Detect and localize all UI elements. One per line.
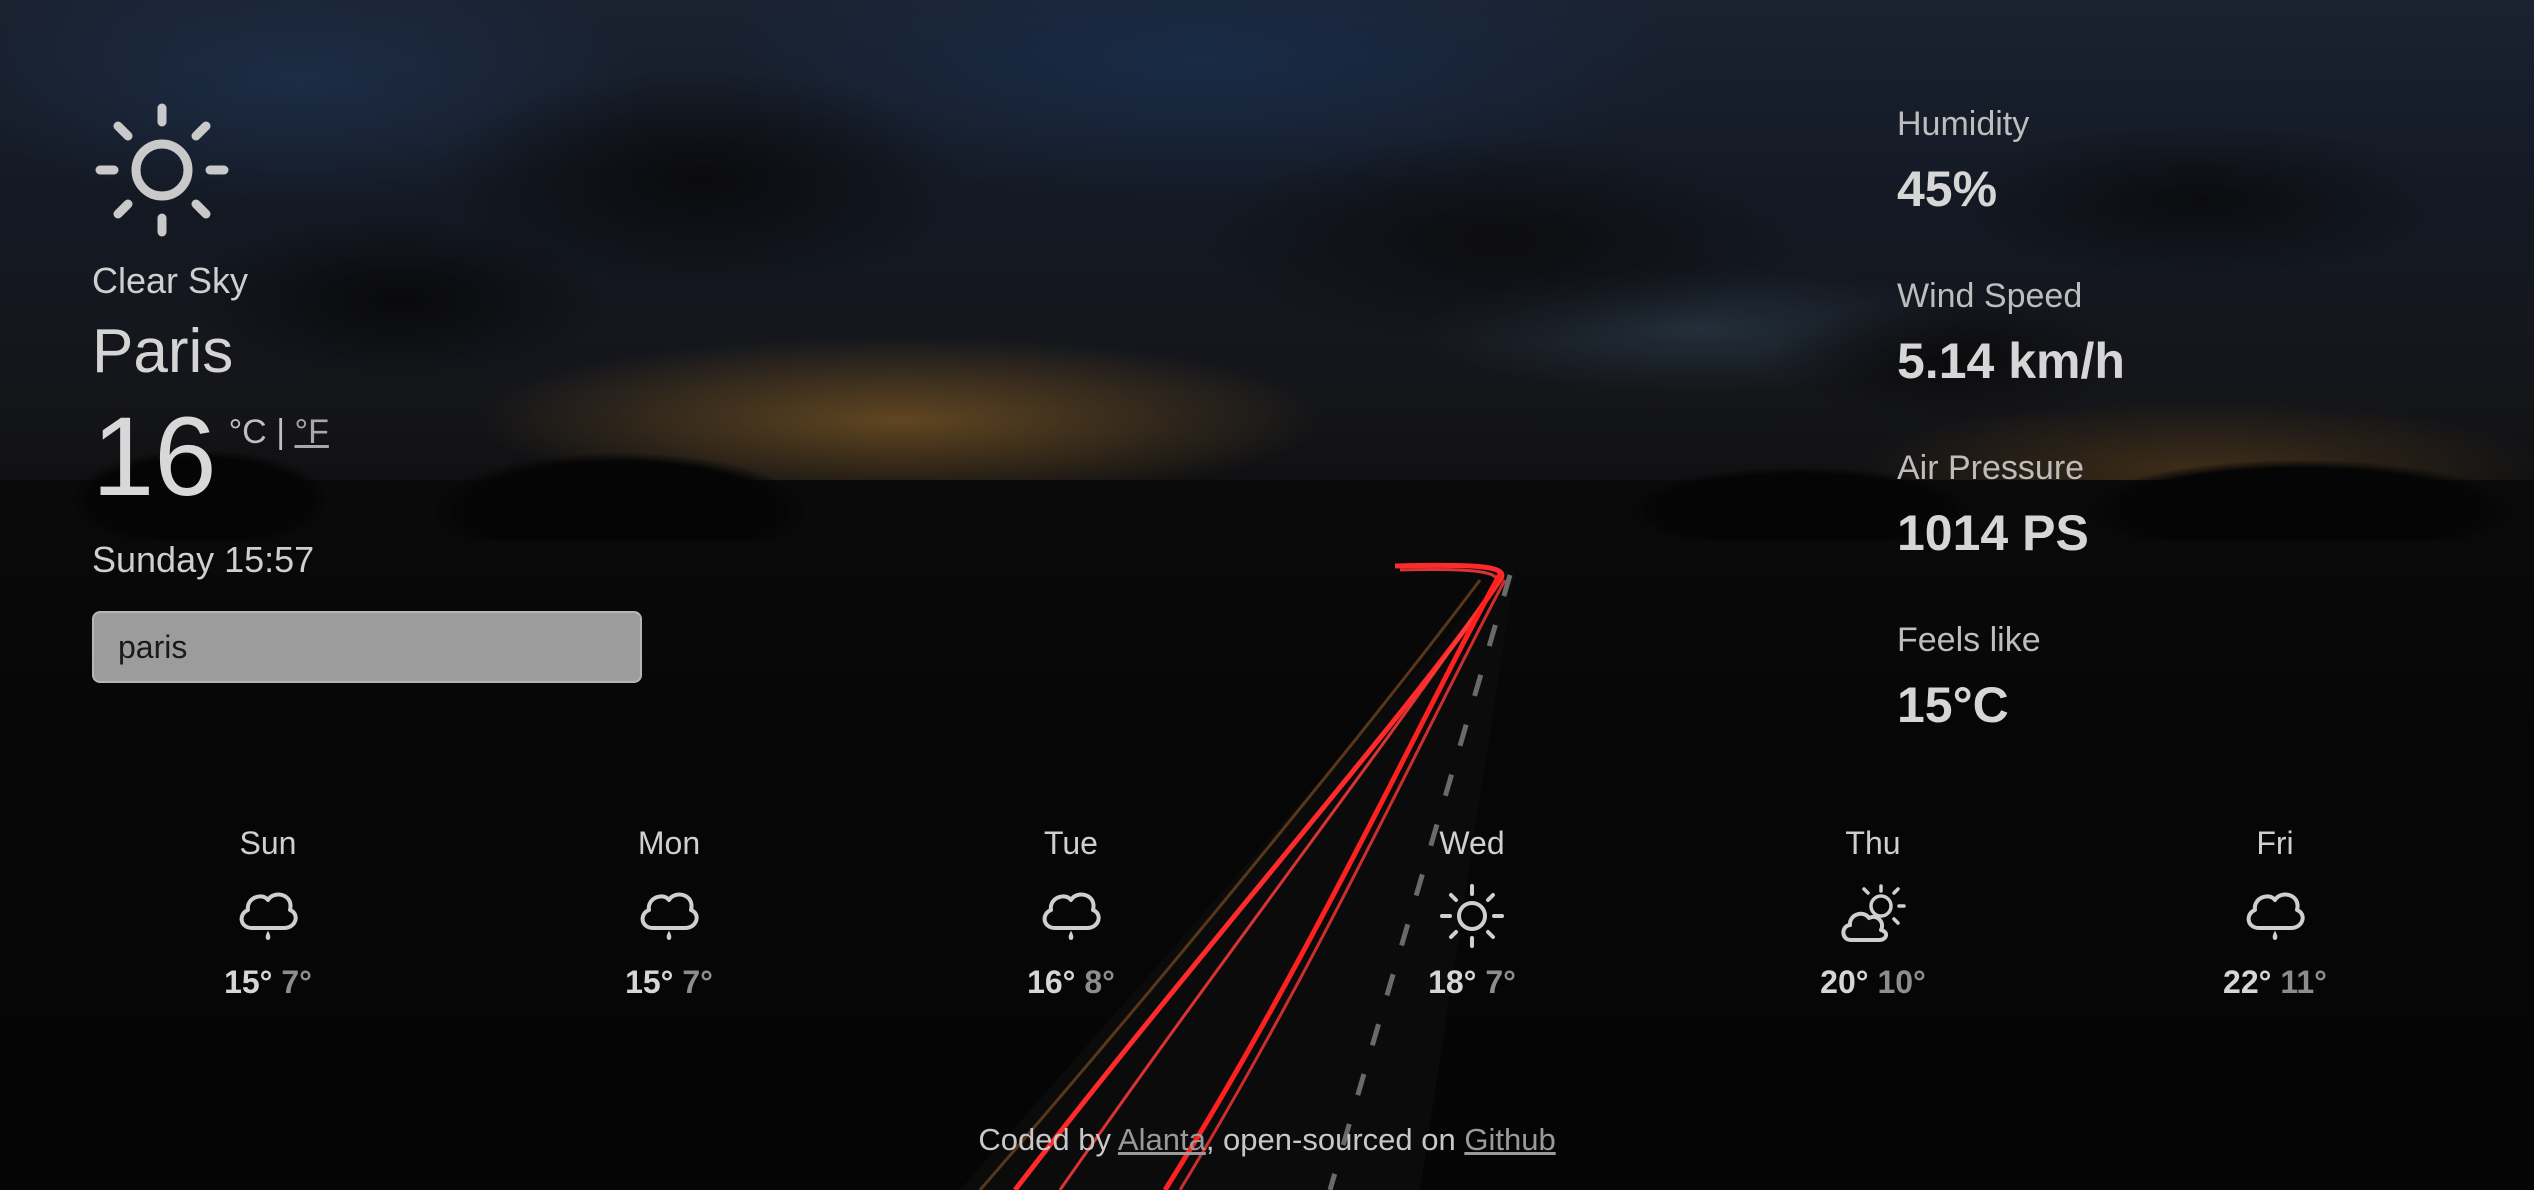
- forecast-min: 8°: [1084, 964, 1115, 1000]
- wind-speed-value: 5.14 km/h: [1897, 333, 2125, 389]
- forecast-min: 7°: [281, 964, 312, 1000]
- air-pressure-label: Air Pressure: [1897, 449, 2085, 487]
- forecast-temps: 15° 7°: [158, 964, 378, 1001]
- forecast-min: 7°: [1485, 964, 1516, 1000]
- forecast-temps: 20° 10°: [1763, 964, 1983, 1001]
- forecast-day: Wed 18° 7°: [1362, 825, 1582, 1001]
- forecast-min: 11°: [2280, 964, 2327, 1000]
- current-datetime: Sunday 15:57: [92, 539, 315, 580]
- partly-cloudy-icon: [1841, 884, 1906, 942]
- forecast-temps: 15° 7°: [559, 964, 779, 1001]
- feels-like-detail: Feels like 15°C: [1897, 621, 2457, 753]
- forecast-day-name: Thu: [1845, 825, 1901, 861]
- weather-details: Humidity 45% Wind Speed 5.14 km/h Air Pr…: [1897, 105, 2457, 793]
- unit-switcher: °C | °F: [229, 413, 329, 452]
- forecast-day-name: Wed: [1439, 825, 1505, 861]
- rain-cloud-icon: [1042, 892, 1101, 940]
- forecast-max: 20°: [1820, 964, 1869, 1000]
- feels-like-value: 15°C: [1897, 677, 2009, 733]
- wind-speed-detail: Wind Speed 5.14 km/h: [1897, 277, 2457, 409]
- air-pressure-value: 1014 PS: [1897, 505, 2089, 561]
- feels-like-label: Feels like: [1897, 621, 2041, 659]
- author-link[interactable]: Alanta: [1118, 1122, 1206, 1157]
- footer: Coded by Alanta, open-sourced on Github: [0, 1122, 2534, 1158]
- humidity-value: 45%: [1897, 161, 1998, 217]
- unit-separator: |: [276, 413, 286, 451]
- forecast-day: Tue 16° 8°: [961, 825, 1181, 1001]
- forecast-max: 18°: [1428, 964, 1477, 1000]
- forecast-day-name: Tue: [1044, 825, 1098, 861]
- sun-icon: [1440, 884, 1504, 948]
- humidity-detail: Humidity 45%: [1897, 105, 2457, 237]
- temperature-row: 16 °C | °F: [92, 394, 652, 519]
- forecast-day-name: Fri: [2256, 825, 2294, 861]
- current-temperature: 16: [92, 394, 217, 519]
- current-weather: Clear Sky Paris 16 °C | °F Sunday 15:57: [92, 100, 652, 683]
- city-search-input[interactable]: [92, 611, 642, 683]
- celsius-unit[interactable]: °C: [229, 413, 267, 451]
- forecast-temps: 18° 7°: [1362, 964, 1582, 1001]
- rain-cloud-icon: [640, 892, 699, 940]
- wind-speed-label: Wind Speed: [1897, 277, 2083, 315]
- forecast-day-name: Sun: [239, 825, 297, 861]
- rain-cloud-icon: [239, 892, 298, 940]
- forecast-min: 10°: [1877, 964, 1926, 1000]
- forecast-max: 16°: [1027, 964, 1076, 1000]
- forecast-day-name: Mon: [637, 825, 701, 861]
- forecast-temps: 22° 11°: [2165, 964, 2385, 1001]
- air-pressure-detail: Air Pressure 1014 PS: [1897, 449, 2457, 581]
- forecast-max: 15°: [625, 964, 674, 1000]
- forecast-day: Mon 15° 7°: [559, 825, 779, 1001]
- sun-icon: [95, 103, 229, 237]
- forecast-day: Sun 15° 7°: [158, 825, 378, 1001]
- footer-middle: , open-sourced on: [1205, 1122, 1465, 1157]
- fahrenheit-link[interactable]: °F: [294, 413, 328, 451]
- github-link[interactable]: Github: [1464, 1122, 1555, 1157]
- forecast-min: 7°: [682, 964, 713, 1000]
- forecast-day: Thu 20° 10°: [1763, 825, 1983, 1001]
- rain-cloud-icon: [2246, 892, 2305, 940]
- forecast-day: Fri 22° 11°: [2165, 825, 2385, 1001]
- city-name: Paris: [92, 317, 234, 386]
- forecast-max: 15°: [224, 964, 273, 1000]
- footer-prefix: Coded by: [978, 1122, 1118, 1157]
- weather-description: Clear Sky: [92, 260, 249, 301]
- forecast-max: 22°: [2223, 964, 2272, 1000]
- humidity-label: Humidity: [1897, 105, 2030, 143]
- forecast-temps: 16° 8°: [961, 964, 1181, 1001]
